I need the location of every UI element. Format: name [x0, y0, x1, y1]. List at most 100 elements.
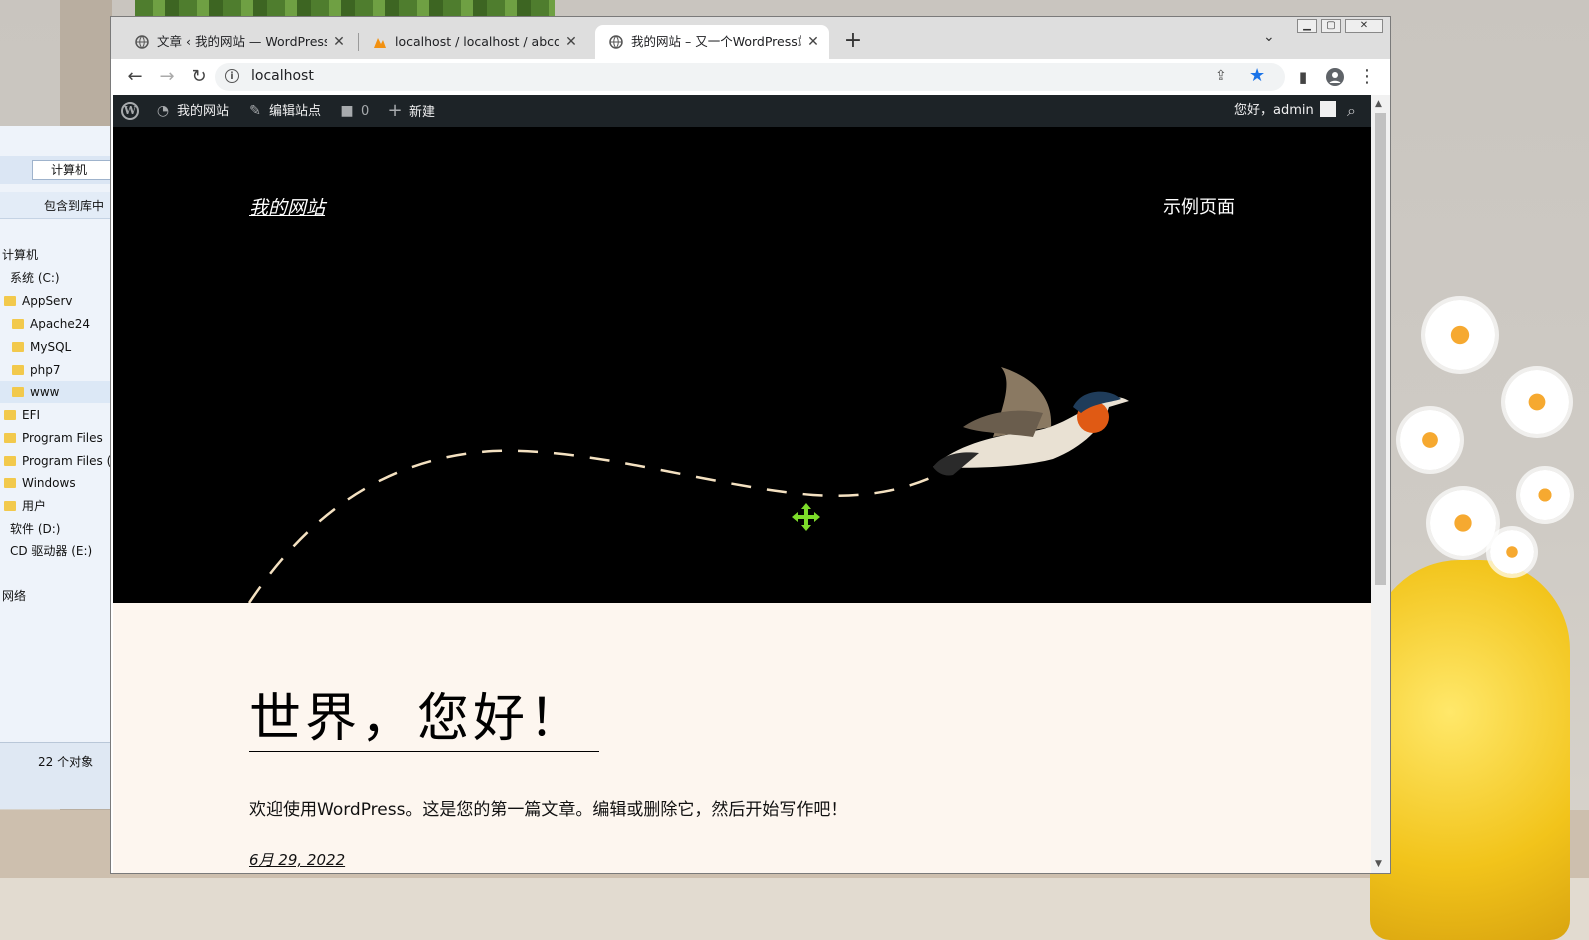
comment-bubble-icon: ■ [340, 103, 354, 119]
tree-item[interactable]: php7 [12, 359, 60, 381]
folder-icon [12, 387, 24, 397]
site-header: 我的网站 示例页面 [113, 127, 1371, 603]
tree-item[interactable]: EFI [4, 404, 40, 426]
scrollbar-thumb[interactable] [1375, 113, 1386, 585]
explorer-toolbar: 包含到库中 [0, 192, 112, 219]
share-icon[interactable]: ⇪ [1215, 68, 1227, 84]
folder-icon [4, 501, 16, 511]
tree-item-label: 用户 [22, 499, 47, 513]
tab-title: 文章 ‹ 我的网站 — WordPress [157, 34, 327, 49]
post-title[interactable]: 世界，您好！ [249, 687, 600, 752]
globe-icon [609, 35, 623, 49]
bookmark-star-icon[interactable]: ★ [1249, 65, 1265, 86]
tree-item[interactable]: CD 驱动器 (E:) [10, 540, 92, 562]
explorer-address-bar[interactable]: 计算机 [0, 156, 112, 184]
wordpress-logo-icon[interactable]: W [121, 102, 139, 120]
forward-arrow-icon[interactable]: → [155, 65, 179, 89]
tree-item-label: Windows [22, 476, 76, 490]
maximize-button[interactable]: ▢ [1321, 19, 1341, 33]
scroll-down-arrow-icon[interactable]: ▼ [1375, 859, 1382, 869]
wallpaper-flower [1430, 490, 1496, 556]
tab-title: 我的网站 – 又一个WordPress站 [631, 34, 801, 49]
site-info-icon[interactable]: i [225, 69, 239, 83]
tree-item-label: MySQL [30, 340, 72, 354]
admin-new-label: 新建 [409, 105, 436, 120]
side-panel-icon[interactable]: ▮ [1291, 65, 1315, 89]
tree-item-label: AppServ [22, 294, 73, 308]
post-date[interactable]: 6月 29, 2022 [249, 849, 345, 870]
reload-icon[interactable]: ↻ [187, 65, 211, 89]
tree-item[interactable]: 用户 [4, 495, 46, 517]
address-url[interactable]: localhost [251, 68, 314, 84]
folder-icon [4, 456, 16, 466]
back-arrow-icon[interactable]: ← [123, 65, 147, 89]
browser-toolbar: ← → ↻ i localhost ⇪ ★ ▮ ⋮ [111, 59, 1390, 95]
phpmyadmin-icon [374, 38, 386, 48]
tree-item-label: www [30, 385, 60, 399]
tree-item[interactable]: Program Files [4, 427, 103, 449]
move-cursor-icon [792, 503, 820, 531]
wallpaper-flower [1490, 530, 1534, 574]
admin-new[interactable]: + 新建 [387, 95, 435, 127]
wallpaper-flower [1505, 370, 1569, 434]
close-tab-icon[interactable]: ✕ [563, 25, 579, 59]
tree-item[interactable]: Windows [4, 472, 76, 494]
wallpaper-flower [1520, 470, 1570, 520]
admin-account[interactable]: 您好，admin [1234, 95, 1336, 127]
address-bar[interactable]: i localhost ⇪ ★ [215, 63, 1285, 91]
tree-item[interactable]: MySQL [12, 336, 71, 358]
flight-path-dashes [247, 449, 944, 603]
scroll-up-arrow-icon[interactable]: ▲ [1375, 99, 1382, 109]
tree-item-label: Program Files [22, 431, 103, 445]
tree-item[interactable]: Apache24 [12, 313, 90, 335]
tree-item[interactable]: 软件 (D:) [10, 518, 60, 540]
avatar [1319, 101, 1336, 117]
tab-strip: 文章 ‹ 我的网站 — WordPress ✕ localhost / loca… [111, 17, 1390, 59]
tree-item-label: php7 [30, 363, 61, 377]
tab-title: localhost / localhost / abcd | p [395, 34, 559, 49]
include-in-library-button[interactable]: 包含到库中 [44, 197, 104, 214]
tree-item-label: EFI [22, 408, 41, 422]
tree-item-label: Program Files ( [22, 454, 112, 468]
menu-kebab-icon[interactable]: ⋮ [1355, 65, 1379, 89]
wallpaper-flower [1425, 300, 1495, 370]
search-icon[interactable]: ⌕ [1347, 95, 1356, 127]
folder-icon [12, 365, 24, 375]
tab-search-chevron-icon[interactable]: ⌄ [1263, 29, 1275, 45]
tree-item[interactable]: 网络 [2, 585, 26, 607]
close-tab-icon[interactable]: ✕ [805, 25, 821, 59]
admin-customize[interactable]: ✎ 编辑站点 [247, 95, 321, 127]
site-title[interactable]: 我的网站 [249, 193, 325, 220]
tab-phpmyadmin[interactable]: localhost / localhost / abcd | p ✕ [359, 25, 587, 59]
folder-icon [4, 296, 16, 306]
admin-comments[interactable]: ■ 0 [339, 95, 369, 127]
page-scrollbar[interactable]: ▲ ▼ [1371, 95, 1390, 873]
tree-item[interactable]: 计算机 [2, 244, 38, 266]
dashboard-gauge-icon: ◔ [156, 103, 170, 119]
post-content: 世界，您好！ 欢迎使用WordPress。这是您的第一篇文章。编辑或删除它，然后… [113, 603, 1371, 873]
admin-site-name[interactable]: ◔ 我的网站 [155, 95, 229, 127]
admin-greeting: 您好，admin [1234, 103, 1314, 118]
explorer-breadcrumb[interactable]: 计算机 [32, 160, 112, 180]
tree-item-label: Apache24 [30, 317, 91, 331]
admin-site-name-label: 我的网站 [177, 104, 230, 119]
nav-item-sample-page[interactable]: 示例页面 [1163, 193, 1235, 219]
close-tab-icon[interactable]: ✕ [331, 25, 347, 59]
comment-count: 0 [361, 104, 370, 119]
minimize-button[interactable]: ▁ [1297, 19, 1317, 33]
folder-icon [4, 433, 16, 443]
globe-icon [135, 35, 149, 49]
tree-item[interactable]: 系统 (C:) [10, 267, 60, 289]
file-explorer-window: 计算机 包含到库中 计算机 系统 (C:) AppServ Apache24 M… [0, 126, 113, 809]
tab-my-site[interactable]: 我的网站 – 又一个WordPress站 ✕ [595, 25, 829, 59]
plus-icon: + [387, 100, 403, 121]
new-tab-button[interactable]: + [841, 27, 865, 55]
tab-wp-posts[interactable]: 文章 ‹ 我的网站 — WordPress ✕ [121, 25, 355, 59]
browser-window: 文章 ‹ 我的网站 — WordPress ✕ localhost / loca… [110, 16, 1391, 874]
tree-item-selected[interactable]: www [0, 381, 112, 403]
profile-avatar-icon[interactable] [1323, 65, 1347, 89]
post-excerpt: 欢迎使用WordPress。这是您的第一篇文章。编辑或删除它，然后开始写作吧！ [249, 800, 848, 820]
tree-item[interactable]: Program Files ( [4, 450, 111, 472]
close-window-button[interactable]: ✕ [1345, 19, 1383, 33]
tree-item[interactable]: AppServ [4, 290, 72, 312]
